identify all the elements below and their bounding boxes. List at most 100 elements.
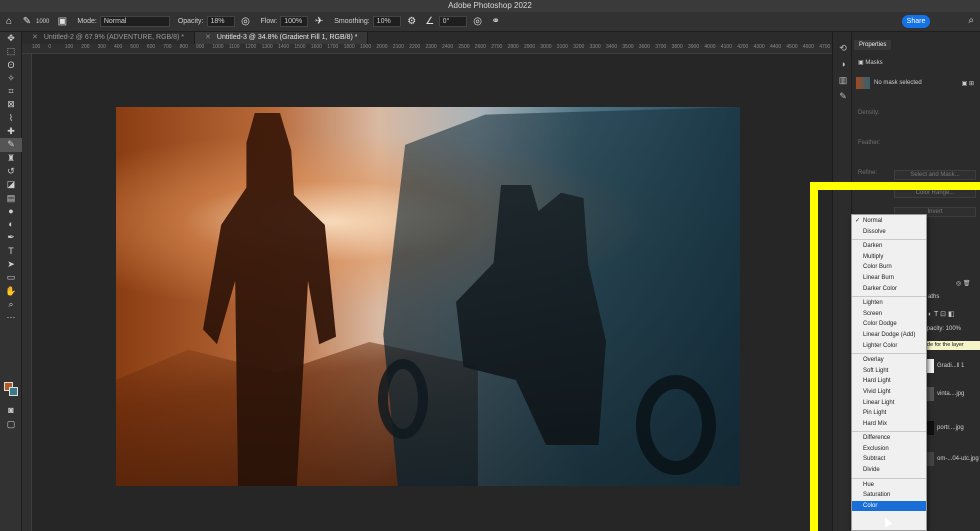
blend-mode-item-color-burn[interactable]: Color Burn [852,262,926,273]
blend-mode-item-linear-burn[interactable]: Linear Burn [852,273,926,284]
ruler-tick: 1400 [278,44,290,50]
blend-mode-item-linear-light[interactable]: Linear Light [852,398,926,409]
blend-mode-item-soft-light[interactable]: Soft Light [852,366,926,377]
lasso-tool-icon[interactable]: ʘ [0,59,22,72]
more-tools-icon[interactable]: ⋯ [0,311,22,324]
shape-tool-icon[interactable]: ▭ [0,271,22,284]
close-icon[interactable]: ✕ [205,34,211,41]
healing-tool-icon[interactable]: ✚ [0,125,22,138]
tab-properties[interactable]: Properties [854,40,892,50]
blend-mode-item-lighten[interactable]: Lighten [852,298,926,309]
blend-mode-item-darken[interactable]: Darken [852,241,926,252]
quick-select-tool-icon[interactable]: ✧ [0,72,22,85]
ruler-tick: 1200 [245,44,257,50]
ruler-tick: 500 [130,44,139,50]
ruler-tick: 1500 [294,44,306,50]
blend-mode-item-hue[interactable]: Hue [852,480,926,491]
blur-tool-icon[interactable]: ● [0,205,22,218]
blend-mode-item-lighter-color[interactable]: Lighter Color [852,341,926,352]
ruler-tick: 900 [196,44,205,50]
mode-select[interactable]: Normal [99,16,170,27]
mode-label: Mode: [77,18,97,25]
opacity-field[interactable]: 18% [206,16,235,27]
brush-tool-icon[interactable]: ✎ [21,16,33,28]
gear-icon[interactable]: ⚙ [406,16,418,28]
blend-mode-item-exclusion[interactable]: Exclusion [852,444,926,455]
ruler-tick: 3300 [589,44,601,50]
marquee-tool-icon[interactable]: ⬚ [0,45,22,58]
background-color-swatch[interactable] [9,387,18,396]
brush-tool-icon[interactable]: ✎ [0,138,22,152]
libraries-icon[interactable]: ▥ [833,72,853,88]
airbrush-icon[interactable]: ✈ [313,16,325,28]
move-tool-icon[interactable]: ✥ [0,32,22,45]
pressure-size-icon[interactable]: ◎ [472,16,484,28]
blend-mode-item-divide[interactable]: Divide [852,465,926,476]
crop-tool-icon[interactable]: ⌗ [0,85,22,98]
gradient-tool-icon[interactable]: ▤ [0,192,22,205]
eraser-tool-icon[interactable]: ◪ [0,178,22,191]
adjustments-icon[interactable]: ◑ [833,56,853,72]
history-icon[interactable]: ⟲ [833,40,853,56]
dodge-tool-icon[interactable]: ◐ [0,218,22,231]
blend-mode-item-dissolve[interactable]: Dissolve [852,227,926,238]
quick-mask-icon[interactable]: ◙ [0,404,22,417]
ruler-tick: 1700 [327,44,339,50]
pressure-opacity-icon[interactable]: ◎ [240,16,252,28]
blend-mode-item-overlay[interactable]: Overlay [852,355,926,366]
type-tool-icon[interactable]: T [0,245,22,258]
flow-label: Flow: [260,18,278,25]
van-wheel-rear [636,375,716,475]
blend-mode-item-hard-light[interactable]: Hard Light [852,376,926,387]
ruler-tick: 4400 [770,44,782,50]
ruler-tick: 200 [81,44,90,50]
masks-header: ▣ Masks [858,58,978,68]
screen-mode-icon[interactable]: ▢ [0,418,22,431]
tab-untitled-2[interactable]: ✕ Untitled-2 @ 67.9% (ADVENTURE, RGB/8) * [22,32,196,44]
blend-mode-item-multiply[interactable]: Multiply [852,252,926,263]
blend-mode-item-linear-dodge-add[interactable]: Linear Dodge (Add) [852,330,926,341]
add-mask-icon[interactable]: ▣ ⊞ [962,80,974,87]
ruler-tick: 4300 [753,44,765,50]
ruler-tick: 700 [163,44,172,50]
angle-field[interactable]: 0° [438,16,467,27]
blend-mode-item-darker-color[interactable]: Darker Color [852,284,926,295]
share-button[interactable]: Share [902,15,930,28]
brushes-icon[interactable]: ✎ [833,88,853,104]
menu-group: Lighten Screen Color Dodge Linear Dodge (Ad… [852,297,926,355]
zoom-tool-icon[interactable]: ⌕ [0,298,22,311]
hand-tool-icon[interactable]: ✋ [0,285,22,298]
blend-mode-item-subtract[interactable]: Subtract [852,454,926,465]
select-and-mask-button[interactable]: Select and Mask... [894,170,976,180]
frame-tool-icon[interactable]: ⊠ [0,98,22,111]
search-icon[interactable]: ⌕ [968,15,974,26]
smoothing-field[interactable]: 10% [372,16,401,27]
document-canvas[interactable] [116,107,740,486]
home-icon[interactable]: ⌂ [3,16,15,28]
path-select-tool-icon[interactable]: ➤ [0,258,22,271]
blend-mode-item-color-dodge[interactable]: Color Dodge [852,319,926,330]
symmetry-icon[interactable]: ⚭ [490,16,502,28]
tab-untitled-3[interactable]: ✕ Untitled-3 @ 34.8% (Gradient Fill 1, RG… [195,32,369,44]
pen-tool-icon[interactable]: ✒ [0,231,22,244]
ruler-tick: 4600 [802,44,814,50]
close-icon[interactable]: ✕ [32,34,38,41]
blend-mode-item-normal[interactable]: Normal [852,216,926,227]
eyedropper-tool-icon[interactable]: ⌇ [0,112,22,125]
blend-mode-item-difference[interactable]: Difference [852,433,926,444]
stamp-tool-icon[interactable]: ♜ [0,152,22,165]
ruler-tick: 1900 [360,44,372,50]
brush-size[interactable]: 1000 [36,19,49,25]
brush-settings-icon[interactable]: ▣ [56,16,68,28]
blend-mode-item-pin-light[interactable]: Pin Light [852,408,926,419]
density-label: Density: [858,110,880,116]
blend-mode-item-screen[interactable]: Screen [852,309,926,320]
history-brush-tool-icon[interactable]: ↺ [0,165,22,178]
blend-mode-item-vivid-light[interactable]: Vivid Light [852,387,926,398]
menu-group: Difference Exclusion Subtract Divide [852,432,926,479]
flow-field[interactable]: 100% [280,16,309,27]
blend-mode-item-color[interactable]: Color [852,500,926,512]
blend-mode-item-saturation[interactable]: Saturation [852,490,926,501]
blend-mode-item-hard-mix[interactable]: Hard Mix [852,419,926,430]
ruler-tick: 4500 [786,44,798,50]
